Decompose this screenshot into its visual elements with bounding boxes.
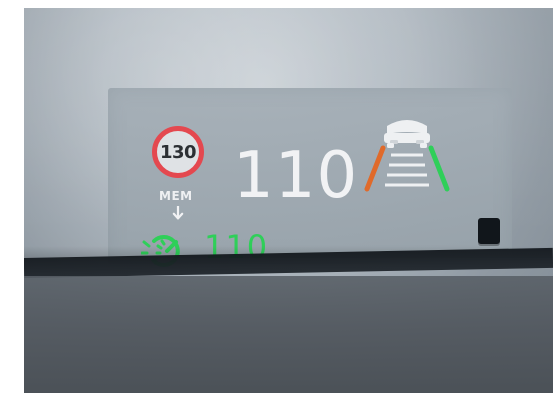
lower-dashboard [24, 276, 553, 393]
display-mount [478, 218, 500, 244]
image-frame: 130 MEM 110 [0, 0, 553, 401]
down-arrow-icon [172, 206, 184, 220]
speed-limit-value: 130 [159, 141, 197, 163]
current-speed-readout: 110 [233, 139, 359, 213]
lane-assist-icon [364, 120, 450, 192]
hud-scene: 130 MEM 110 [24, 8, 553, 393]
mem-label: MEM [159, 189, 193, 203]
speed-limit-sign-icon: 130 [152, 126, 204, 178]
